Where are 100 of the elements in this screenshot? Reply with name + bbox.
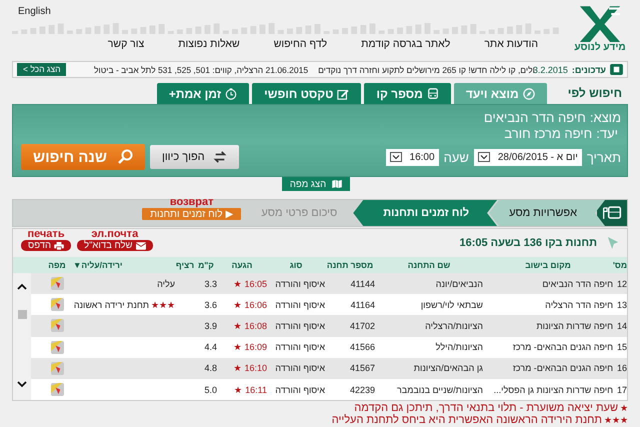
table-cell-text: 4.8 bbox=[203, 363, 217, 374]
arrival-time: 16:05 bbox=[244, 278, 267, 289]
nav-link[interactable]: לאתר בגרסה קודמת bbox=[361, 38, 450, 50]
arrival-time: 16:06 bbox=[244, 300, 267, 310]
progress-step[interactable]: לוח זמנים ותחנות bbox=[353, 200, 498, 226]
arrival-time: 16:08 bbox=[244, 320, 267, 331]
column-header: מספר תחנה bbox=[326, 260, 374, 270]
table-cell-text: הנביאים/יונה bbox=[434, 278, 483, 289]
star-mark: ★ bbox=[233, 342, 242, 352]
column-header: ק"מ bbox=[197, 260, 215, 270]
table-cell-text: חיפה שדרות הציונות bbox=[535, 320, 613, 331]
logo-icon bbox=[577, 4, 623, 42]
annotation-text: эл.почта bbox=[91, 229, 138, 240]
table-cell-text: 5.0 bbox=[203, 384, 217, 395]
destination-value: חיפה מרכז חורב bbox=[504, 126, 592, 142]
table-cell-text: 13 bbox=[616, 300, 627, 310]
table-cell-text: חיפה הגנים הבהאים- מרכז bbox=[512, 342, 613, 352]
scroll-down-icon[interactable] bbox=[17, 381, 27, 388]
annotation-text: возврат bbox=[170, 197, 214, 208]
arrival-time: 16:10 bbox=[244, 363, 267, 374]
table-cell-text: 3.6 bbox=[203, 300, 217, 310]
star-mark: ★★★ bbox=[151, 300, 175, 310]
email-button[interactable]: שלח בדוא"ל bbox=[77, 240, 152, 251]
scroll-up-icon[interactable] bbox=[17, 283, 27, 290]
stop-icon[interactable] bbox=[610, 64, 623, 75]
envelope-icon bbox=[136, 242, 146, 250]
nav-link[interactable]: הודעות אתר bbox=[484, 38, 538, 50]
column-header: ירידה/עליה▼ bbox=[72, 260, 124, 270]
table-cell-text: 42239 bbox=[348, 384, 375, 395]
table-cell-text: 16 bbox=[616, 363, 627, 374]
ticker-label: עדכונים: bbox=[572, 64, 606, 74]
table-cell-text: הציונות/שניים בנובמבר bbox=[396, 384, 483, 395]
search-tab[interactable]: זמן אמת+ bbox=[156, 83, 250, 104]
nav-link[interactable]: צור קשר bbox=[108, 38, 144, 50]
table-cell-text: חיפה הדר הרצליה bbox=[544, 300, 613, 310]
table-cell-text: 12 bbox=[616, 278, 627, 289]
show-all-button[interactable]: הצג הכל > bbox=[17, 63, 66, 76]
date-select[interactable]: 28/06/2015 - יום א bbox=[474, 148, 582, 166]
column-header: מקום בישוב bbox=[524, 260, 572, 270]
time-select[interactable]: 16:00 bbox=[386, 148, 439, 166]
table-cell-text: 41164 bbox=[350, 300, 375, 310]
language-link[interactable]: English bbox=[18, 6, 51, 22]
column-header: מפה bbox=[47, 260, 67, 270]
destination-label: יעד: bbox=[596, 126, 618, 142]
caret-icon bbox=[390, 152, 402, 162]
date-label: תאריך bbox=[586, 150, 621, 164]
star-mark: ★ bbox=[233, 363, 242, 374]
table-cell-text: חיפה הגנים הבהאים- מרכז bbox=[512, 363, 613, 374]
logo[interactable]: מידע לנוסע bbox=[572, 0, 628, 60]
search-tab[interactable]: מספר קו bbox=[364, 83, 451, 104]
reverse-direction-button[interactable]: הפוך כיוון bbox=[150, 145, 239, 169]
logo-text: מידע לנוסע bbox=[574, 42, 626, 53]
table-cell-text: שבתאי לוי/רשפון bbox=[420, 300, 483, 310]
ticker-text[interactable]: 21.06.2015 הרצליה, קווים: 501, 525, 531 לתל אביב - ביטול bbox=[94, 64, 308, 74]
column-header: מס' bbox=[613, 260, 627, 270]
table-cell-text: איסוף והורדה bbox=[274, 363, 325, 374]
search-icon bbox=[116, 149, 133, 165]
table-cell-text: 15 bbox=[616, 342, 627, 352]
map-thumbnail-icon[interactable] bbox=[50, 319, 64, 332]
table-cell-text: 3.9 bbox=[203, 320, 217, 331]
nav-link[interactable]: שאלות נפוצות bbox=[178, 38, 240, 50]
arrival-time: 16:09 bbox=[244, 342, 267, 352]
map-thumbnail-icon[interactable] bbox=[50, 383, 64, 396]
column-header: רציף bbox=[175, 260, 195, 270]
map-thumbnail-icon[interactable] bbox=[50, 362, 64, 375]
ticker-text[interactable]: ולים, קו לילה חדש! קו 265 מירושלים לתקוע וחזרה דרך נוקדים bbox=[318, 64, 535, 74]
progress-step[interactable]: אפשרויות מסע bbox=[489, 200, 605, 226]
table-cell-text: איסוף והורדה bbox=[274, 342, 325, 352]
swap-icon bbox=[212, 151, 227, 163]
footnote-text: שעת יציאה משוערת - תלוי בתנאי הדרך, תיתכן גם הקדמה bbox=[354, 403, 618, 414]
scroll-thumb[interactable] bbox=[18, 310, 26, 319]
star-mark: ★ bbox=[234, 384, 242, 395]
map-icon bbox=[332, 180, 342, 188]
nav-link[interactable]: לדף החיפוש bbox=[274, 38, 328, 50]
table-cell-text: הציונות/הרצליה bbox=[424, 320, 483, 331]
edit-icon bbox=[337, 88, 350, 100]
search-by-label: חיפוש לפי bbox=[566, 86, 623, 102]
boarding-text: עליה bbox=[157, 278, 175, 289]
clock-icon bbox=[225, 88, 238, 100]
map-thumbnail-icon[interactable] bbox=[50, 277, 64, 290]
table-cell-text: איסוף והורדה bbox=[274, 278, 325, 289]
boarding-text: תחנת ירידה ראשונה bbox=[74, 300, 149, 310]
printer-icon bbox=[54, 242, 64, 250]
column-header: סוג bbox=[288, 260, 304, 270]
search-tab[interactable]: טקסט חופשי bbox=[252, 83, 362, 104]
print-button[interactable]: הדפס bbox=[21, 240, 72, 251]
table-cell-text: 41567 bbox=[348, 363, 375, 374]
star-mark: ★ bbox=[233, 320, 242, 331]
footnote-text: תחנת הירידה הראשונה האפשרית היא ביחס לתחנת העלייה bbox=[332, 414, 602, 426]
table-cell-text: 3.3 bbox=[203, 278, 217, 289]
column-header: שם התחנה bbox=[406, 260, 452, 270]
annotation-text: печать bbox=[27, 229, 65, 240]
map-thumbnail-icon[interactable] bbox=[50, 298, 64, 312]
compass-icon bbox=[522, 88, 535, 100]
origin-label: מוצא: bbox=[590, 110, 621, 126]
map-thumbnail-icon[interactable] bbox=[50, 340, 64, 354]
table-cell-text: הציונות/הילל bbox=[434, 342, 483, 352]
star-mark: ★★★ bbox=[604, 414, 628, 426]
table-cell-text: חיפה הדר הנביאים bbox=[541, 278, 613, 289]
show-map-button[interactable]: הצג מפה bbox=[282, 177, 350, 191]
